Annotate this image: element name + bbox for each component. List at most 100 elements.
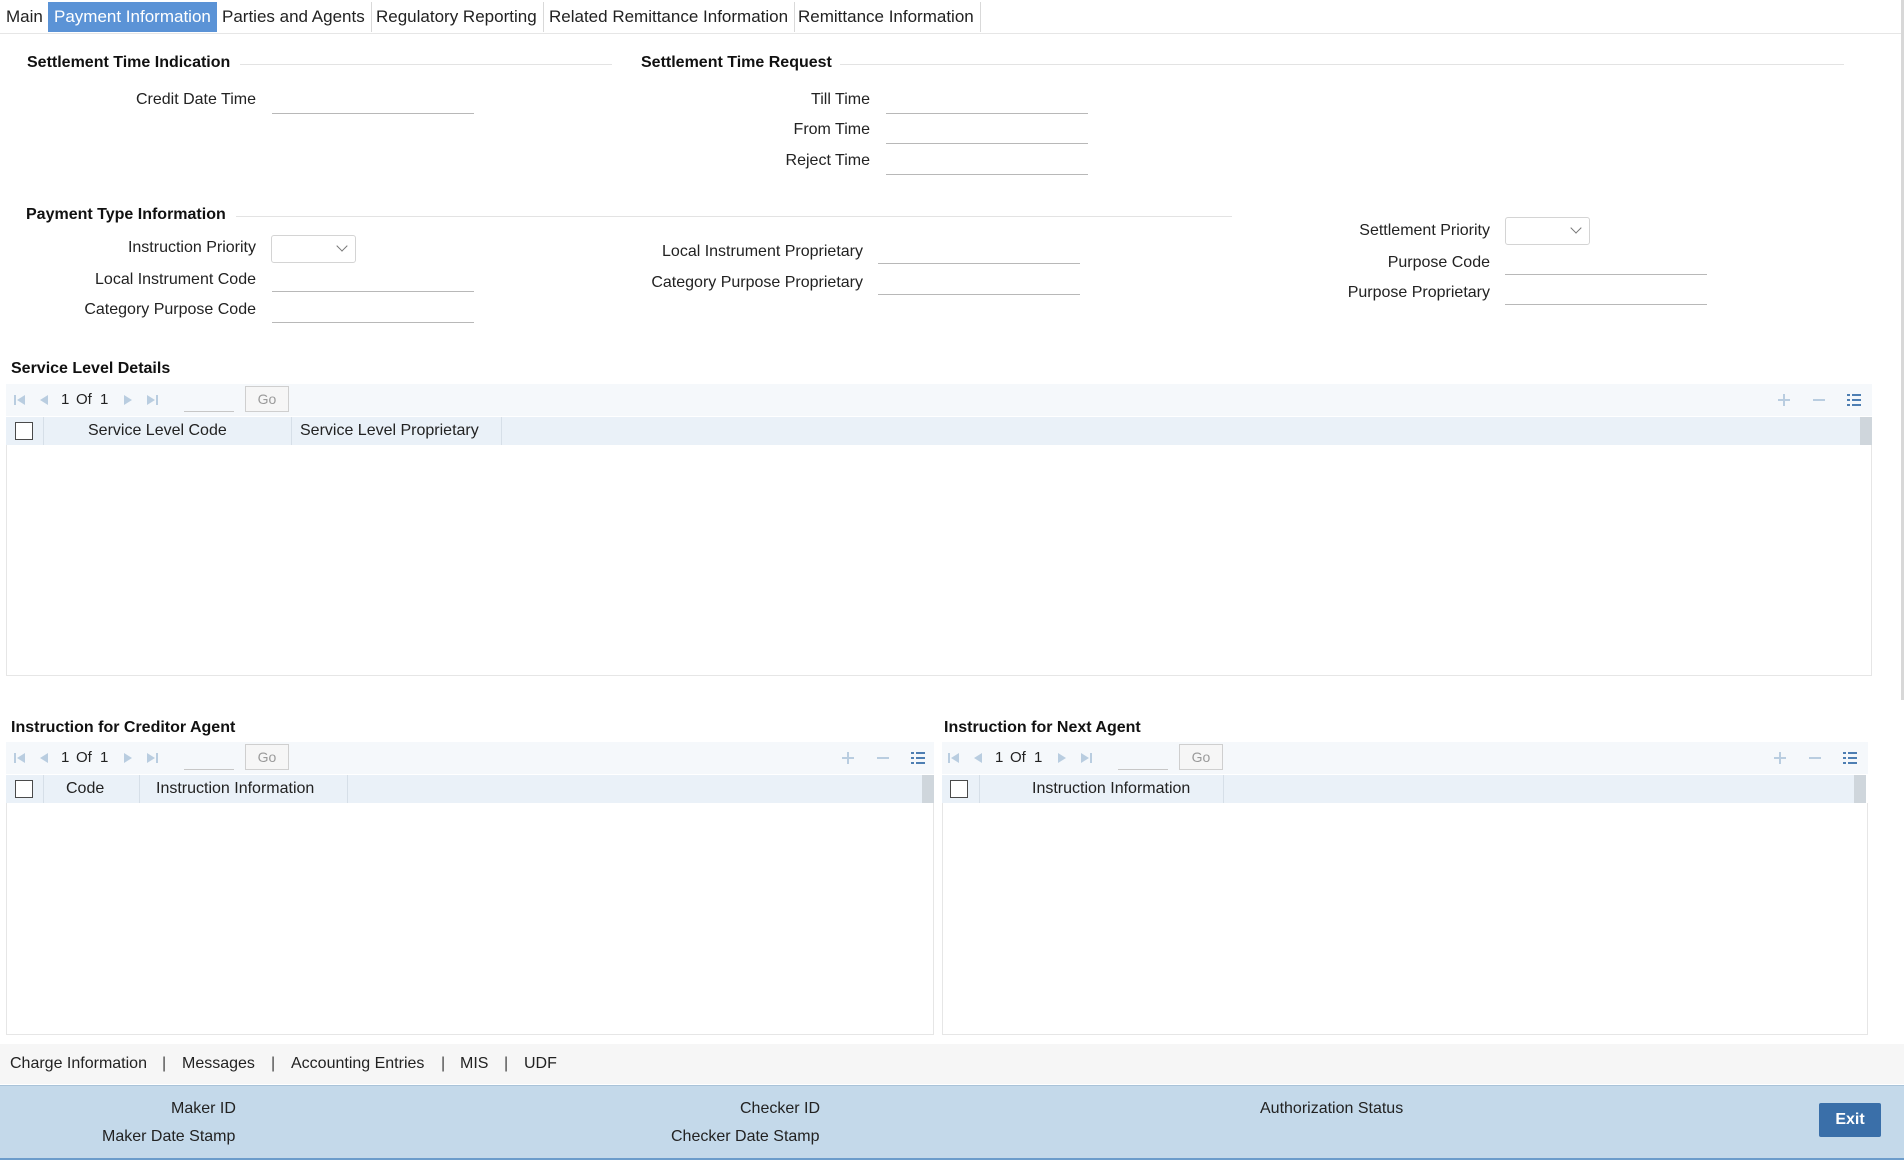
select-all-cell [942, 775, 980, 803]
local-instrument-code-input[interactable] [272, 264, 474, 292]
creditor-agent-title: Instruction for Creditor Agent [11, 719, 236, 736]
next-page-icon[interactable] [120, 750, 136, 766]
page-number-input[interactable] [1118, 744, 1168, 770]
messages-link[interactable]: Messages [182, 1055, 255, 1073]
current-page: 1 [995, 749, 1004, 766]
first-page-icon[interactable] [12, 750, 28, 766]
delete-row-icon[interactable] [1811, 392, 1827, 408]
tab-bar: Main Payment Information Parties and Age… [0, 0, 1904, 34]
page-number-input[interactable] [184, 744, 234, 770]
category-purpose-code-input[interactable] [272, 295, 474, 323]
column-instruction-information[interactable]: Instruction Information [980, 775, 1224, 803]
purpose-proprietary-label: Purpose Proprietary [1347, 284, 1490, 301]
single-view-icon[interactable] [910, 750, 926, 766]
credit-date-time-label: Credit Date Time [135, 91, 256, 108]
last-page-icon[interactable] [1078, 750, 1094, 766]
column-service-level-code[interactable]: Service Level Code [44, 417, 292, 445]
vertical-scrollbar[interactable] [1860, 417, 1872, 445]
vertical-scrollbar[interactable] [922, 775, 934, 803]
single-view-icon[interactable] [1842, 750, 1858, 766]
last-page-icon[interactable] [144, 750, 160, 766]
reject-time-input[interactable] [886, 147, 1088, 175]
go-button[interactable]: Go [245, 744, 289, 770]
add-row-icon[interactable] [1772, 750, 1788, 766]
section-rule [240, 64, 612, 65]
column-instruction-information[interactable]: Instruction Information [140, 775, 348, 803]
delete-row-icon[interactable] [875, 750, 891, 766]
category-purpose-proprietary-label: Category Purpose Proprietary [651, 274, 863, 291]
previous-page-icon[interactable] [970, 750, 986, 766]
previous-page-icon[interactable] [36, 392, 52, 408]
checker-id-label: Checker ID [740, 1100, 821, 1117]
service-level-grid-header: Service Level Code Service Level Proprie… [6, 417, 1860, 445]
exit-button[interactable]: Exit [1819, 1103, 1881, 1137]
add-row-icon[interactable] [840, 750, 856, 766]
link-separator: | [271, 1055, 276, 1072]
previous-page-icon[interactable] [36, 750, 52, 766]
from-time-input[interactable] [886, 116, 1088, 144]
creditor-agent-grid-body [6, 803, 934, 1035]
service-level-details-title: Service Level Details [11, 360, 171, 377]
payment-type-information-title: Payment Type Information [26, 206, 226, 223]
select-all-checkbox[interactable] [15, 780, 33, 798]
creditor-agent-navbar: 1 Of 1 Go [6, 742, 934, 774]
delete-row-icon[interactable] [1807, 750, 1823, 766]
last-page-icon[interactable] [144, 392, 160, 408]
category-purpose-code-label: Category Purpose Code [84, 301, 256, 318]
accounting-entries-link[interactable]: Accounting Entries [291, 1055, 424, 1073]
tab-related-remittance-information[interactable]: Related Remittance Information [543, 2, 796, 32]
first-page-icon[interactable] [946, 750, 962, 766]
credit-date-time-input[interactable] [272, 86, 474, 114]
tab-payment-information[interactable]: Payment Information [48, 2, 217, 32]
select-all-checkbox[interactable] [15, 422, 33, 440]
vertical-scrollbar[interactable] [1854, 775, 1866, 803]
total-pages: 1 [1034, 749, 1043, 766]
page-number-input[interactable] [184, 386, 234, 412]
reject-time-label: Reject Time [785, 152, 870, 169]
next-agent-navbar: 1 Of 1 Go [942, 742, 1868, 774]
link-separator: | [162, 1055, 167, 1072]
instruction-priority-label: Instruction Priority [127, 239, 256, 256]
maker-id-label: Maker ID [171, 1100, 236, 1117]
service-level-grid-body [6, 445, 1872, 676]
add-row-icon[interactable] [1776, 392, 1792, 408]
select-all-cell [6, 417, 44, 445]
purpose-proprietary-input[interactable] [1505, 277, 1707, 305]
next-page-icon[interactable] [120, 392, 136, 408]
total-pages: 1 [100, 749, 109, 766]
select-all-checkbox[interactable] [950, 780, 968, 798]
column-code[interactable]: Code [44, 775, 140, 803]
settlement-time-indication-title: Settlement Time Indication [27, 54, 231, 71]
settlement-priority-select[interactable] [1505, 217, 1590, 245]
chevron-down-icon [1570, 222, 1582, 234]
of-label: Of [76, 391, 92, 408]
next-agent-grid-header: Instruction Information [942, 775, 1854, 803]
authorization-status-label: Authorization Status [1260, 1100, 1404, 1117]
tab-main[interactable]: Main [0, 2, 50, 32]
section-rule [236, 216, 1232, 217]
category-purpose-proprietary-input[interactable] [878, 267, 1080, 295]
charge-information-link[interactable]: Charge Information [10, 1055, 147, 1073]
column-service-level-proprietary[interactable]: Service Level Proprietary [292, 417, 502, 445]
mis-link[interactable]: MIS [460, 1055, 488, 1073]
tab-parties-and-agents[interactable]: Parties and Agents [216, 2, 372, 32]
audit-footer: Maker ID Maker Date Stamp Checker ID Che… [0, 1085, 1904, 1160]
single-view-icon[interactable] [1846, 392, 1862, 408]
settlement-time-request-title: Settlement Time Request [641, 54, 832, 71]
link-separator: | [504, 1055, 509, 1072]
settlement-priority-label: Settlement Priority [1359, 222, 1490, 239]
next-page-icon[interactable] [1054, 750, 1070, 766]
tab-remittance-information[interactable]: Remittance Information [792, 2, 981, 32]
instruction-priority-select[interactable] [271, 235, 356, 263]
go-button[interactable]: Go [245, 386, 289, 412]
tab-regulatory-reporting[interactable]: Regulatory Reporting [370, 2, 544, 32]
next-agent-grid-body [942, 803, 1868, 1035]
go-button[interactable]: Go [1179, 744, 1223, 770]
local-instrument-proprietary-input[interactable] [878, 236, 1080, 264]
till-time-input[interactable] [886, 86, 1088, 114]
current-page: 1 [61, 391, 70, 408]
first-page-icon[interactable] [12, 392, 28, 408]
udf-link[interactable]: UDF [524, 1055, 557, 1073]
purpose-code-input[interactable] [1505, 247, 1707, 275]
chevron-down-icon [336, 240, 348, 252]
